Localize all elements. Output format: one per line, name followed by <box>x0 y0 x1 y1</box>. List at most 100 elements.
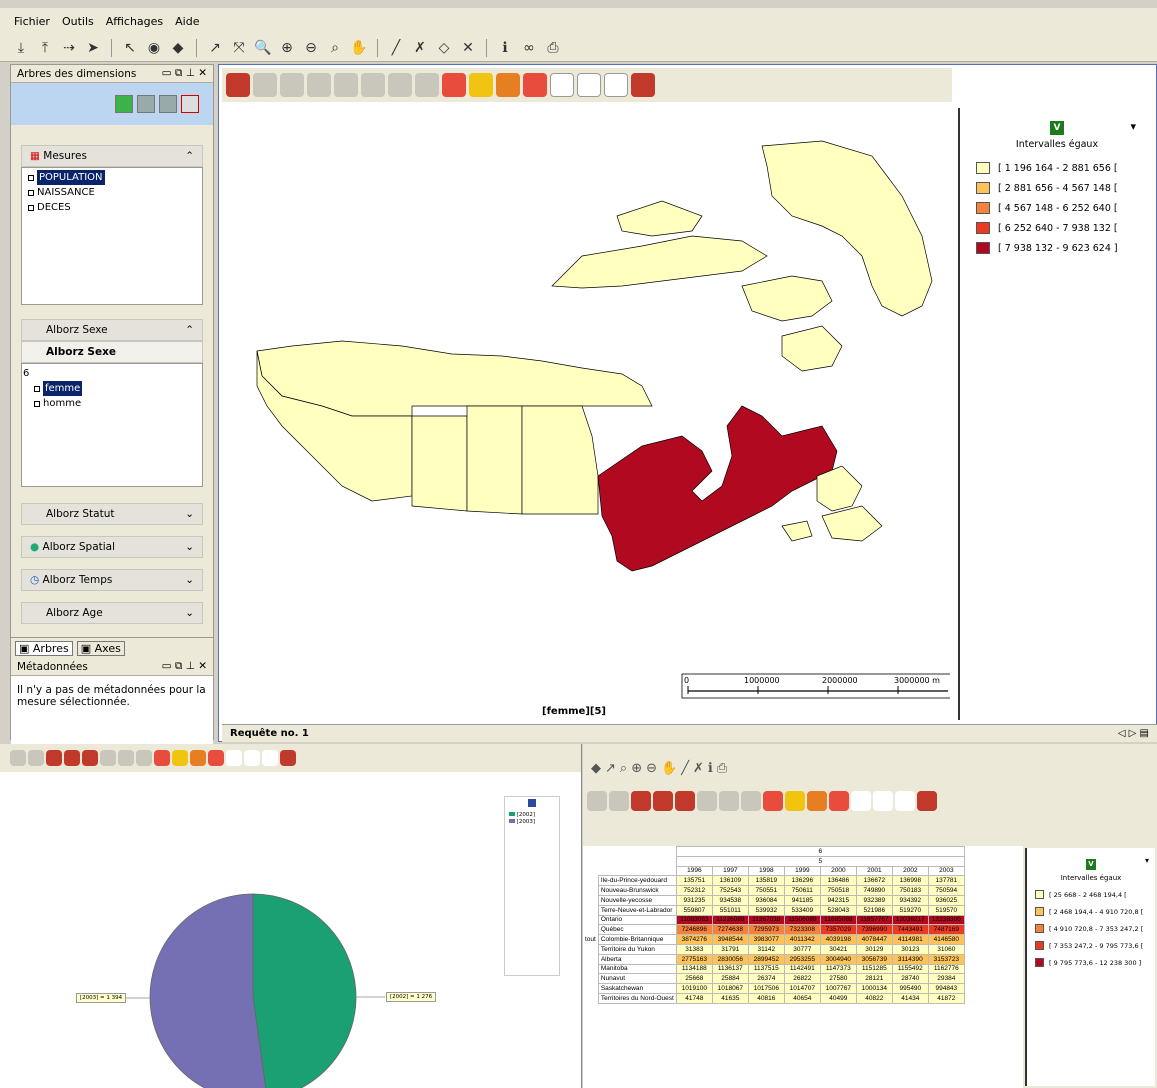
table-cell[interactable]: 941185 <box>783 894 821 906</box>
table-cell[interactable]: 7396990 <box>855 924 893 936</box>
column-header[interactable]: 2000 <box>819 865 857 877</box>
map-view-icon[interactable] <box>226 73 250 97</box>
table-cell[interactable]: 1007767 <box>819 983 857 994</box>
table-cell[interactable]: 30123 <box>891 943 929 955</box>
panel-controls-icon[interactable]: ▭ ⧉ ⊥ ✕ <box>162 67 207 80</box>
map-view-icon[interactable] <box>587 791 607 811</box>
scatter-chart-icon[interactable] <box>873 791 893 811</box>
legend-badge[interactable]: V <box>1050 121 1064 135</box>
table-cell[interactable]: 3004940 <box>819 953 857 965</box>
map-hatch-icon[interactable] <box>28 750 44 766</box>
table-cell[interactable]: 31383 <box>675 943 713 955</box>
table-cell[interactable]: 135819 <box>747 875 785 887</box>
table-cell[interactable]: 136109 <box>711 875 749 887</box>
pointer-icon[interactable]: ➤ <box>84 40 102 56</box>
table-row[interactable]: Nunavut 25668 25884 26374 26822 27580 28121 287… <box>583 973 965 985</box>
table-cell[interactable]: 31791 <box>711 943 749 955</box>
menu-fichier[interactable]: Fichier <box>14 15 50 28</box>
legend-item[interactable]: [ 4 910 720,8 - 7 353 247,2 [ <box>1035 920 1155 937</box>
eraser-icon[interactable]: ◇ <box>435 40 453 56</box>
table-cell[interactable]: 3874276 <box>675 934 713 945</box>
column-chart-icon[interactable] <box>262 750 278 766</box>
table-cell[interactable]: 7246896 <box>675 924 713 936</box>
column-chart-icon[interactable] <box>895 791 915 811</box>
zoom-out-icon[interactable]: ⊖ <box>302 40 320 56</box>
table-cell[interactable]: 936025 <box>927 894 965 906</box>
table-row[interactable]: Manitoba 1134188 1136137 1137515 1142491 1147… <box>583 963 965 975</box>
pie-chart-icon[interactable] <box>208 750 224 766</box>
pie-chart[interactable] <box>0 772 582 1088</box>
table-cell[interactable]: 539932 <box>747 904 785 916</box>
table-cell[interactable]: 942315 <box>819 894 857 906</box>
map-bars2-icon[interactable] <box>118 750 134 766</box>
row-header[interactable]: Nouveau-Brunswick <box>597 885 677 896</box>
table-cell[interactable]: 3056739 <box>855 953 893 965</box>
legend-menu-icon[interactable]: ▾ <box>1130 120 1136 133</box>
row-header[interactable]: Manitoba <box>597 963 677 975</box>
sexe-subheader[interactable]: Alborz Sexe <box>21 341 203 363</box>
table-cell[interactable]: 750594 <box>927 885 965 896</box>
legend-item[interactable]: [ 4 567 148 - 6 252 640 [ <box>976 198 1154 218</box>
print-icon[interactable]: ⎙ <box>544 40 562 56</box>
table-cell[interactable]: 752543 <box>711 885 749 896</box>
region-newfoundland[interactable] <box>821 505 883 542</box>
table-icon[interactable] <box>442 73 466 97</box>
zoom-out-icon[interactable]: ⊖ <box>646 761 657 776</box>
table-cell[interactable]: 31060 <box>927 943 965 955</box>
drill-down-icon[interactable]: ⤓ <box>12 40 30 56</box>
table-cell[interactable]: 7295973 <box>747 924 785 936</box>
table-cell[interactable]: 40822 <box>855 992 893 1004</box>
hbar-chart-icon[interactable] <box>190 750 206 766</box>
identify-icon[interactable]: ↗ <box>605 761 616 776</box>
table-cell[interactable]: 28121 <box>855 973 893 985</box>
table-row[interactable]: Nouvelle-yecosse 931235 934538 936084 941185… <box>583 894 965 906</box>
drill-across-icon[interactable]: ⇢ <box>60 40 78 56</box>
table-cell[interactable]: 3153723 <box>927 953 965 965</box>
scatter-chart-icon[interactable] <box>577 73 601 97</box>
table-cell[interactable]: 3948544 <box>711 934 749 945</box>
table-cell[interactable]: 28740 <box>891 973 929 985</box>
table-cell[interactable]: 40816 <box>747 992 785 1004</box>
table-icon[interactable] <box>763 791 783 811</box>
row-header[interactable]: Ontario <box>597 914 677 926</box>
table-cell[interactable]: 1137515 <box>747 963 785 975</box>
zoom-in-icon[interactable]: ⊕ <box>631 761 642 776</box>
table-cell[interactable]: 137781 <box>927 875 965 887</box>
legend-item[interactable]: [ 7 938 132 - 9 623 624 ] <box>976 238 1154 258</box>
pie-slice-2003[interactable] <box>149 893 267 1088</box>
row-header[interactable]: Saskatchewan <box>597 983 677 994</box>
table-cell[interactable]: 936084 <box>747 894 785 906</box>
menu-aide[interactable]: Aide <box>175 15 199 28</box>
legend-item[interactable]: [ 2 468 194,4 - 4 910 720,8 [ <box>1035 903 1155 920</box>
panel-controls-icon[interactable]: ▭ ⧉ ⊥ ✕ <box>162 660 207 673</box>
map-bars-icon[interactable] <box>280 73 304 97</box>
table-cell[interactable]: 7487169 <box>927 924 965 936</box>
row-header[interactable]: Québec <box>597 924 677 936</box>
erase-icon[interactable]: ✗ <box>411 40 429 56</box>
table-row[interactable]: Terre-Neuve-et-Labrador 559807 551011 53993… <box>583 904 965 916</box>
table-cell[interactable]: 2775163 <box>675 953 713 965</box>
collapse-icon[interactable]: ⌃ <box>185 150 194 162</box>
bar-chart-icon[interactable] <box>172 750 188 766</box>
region-islands-west[interactable] <box>551 235 768 289</box>
table-cell[interactable]: 559807 <box>675 904 713 916</box>
table-cell[interactable]: 26374 <box>747 973 785 985</box>
region-quebec-ontario[interactable] <box>597 405 838 572</box>
table-cell[interactable]: 2953255 <box>783 953 821 965</box>
menu-outils[interactable]: Outils <box>62 15 94 28</box>
table-cell[interactable]: 41748 <box>675 992 713 1004</box>
table-cell[interactable]: 30421 <box>819 943 857 955</box>
row-header[interactable]: Territoires du Nord-Ouest <box>597 992 677 1004</box>
list-item[interactable]: NAISSANCE <box>28 185 196 200</box>
erase-icon[interactable]: ✗ <box>693 761 704 776</box>
copy-icon[interactable] <box>137 95 155 113</box>
map-dot-icon[interactable] <box>136 750 152 766</box>
list-item[interactable]: homme <box>34 396 196 411</box>
binoculars-icon[interactable]: ∞ <box>520 40 538 56</box>
sexe-header[interactable]: Alborz Sexe ⌃ <box>21 319 203 341</box>
info-icon[interactable]: ℹ <box>496 40 514 56</box>
table-row[interactable]: Territoire du Yukon 31383 31791 31142 30777 3… <box>583 943 965 955</box>
map-bars-icon[interactable] <box>46 750 62 766</box>
table-cell[interactable]: 11083083 <box>675 914 713 926</box>
region-alberta[interactable] <box>411 415 468 512</box>
